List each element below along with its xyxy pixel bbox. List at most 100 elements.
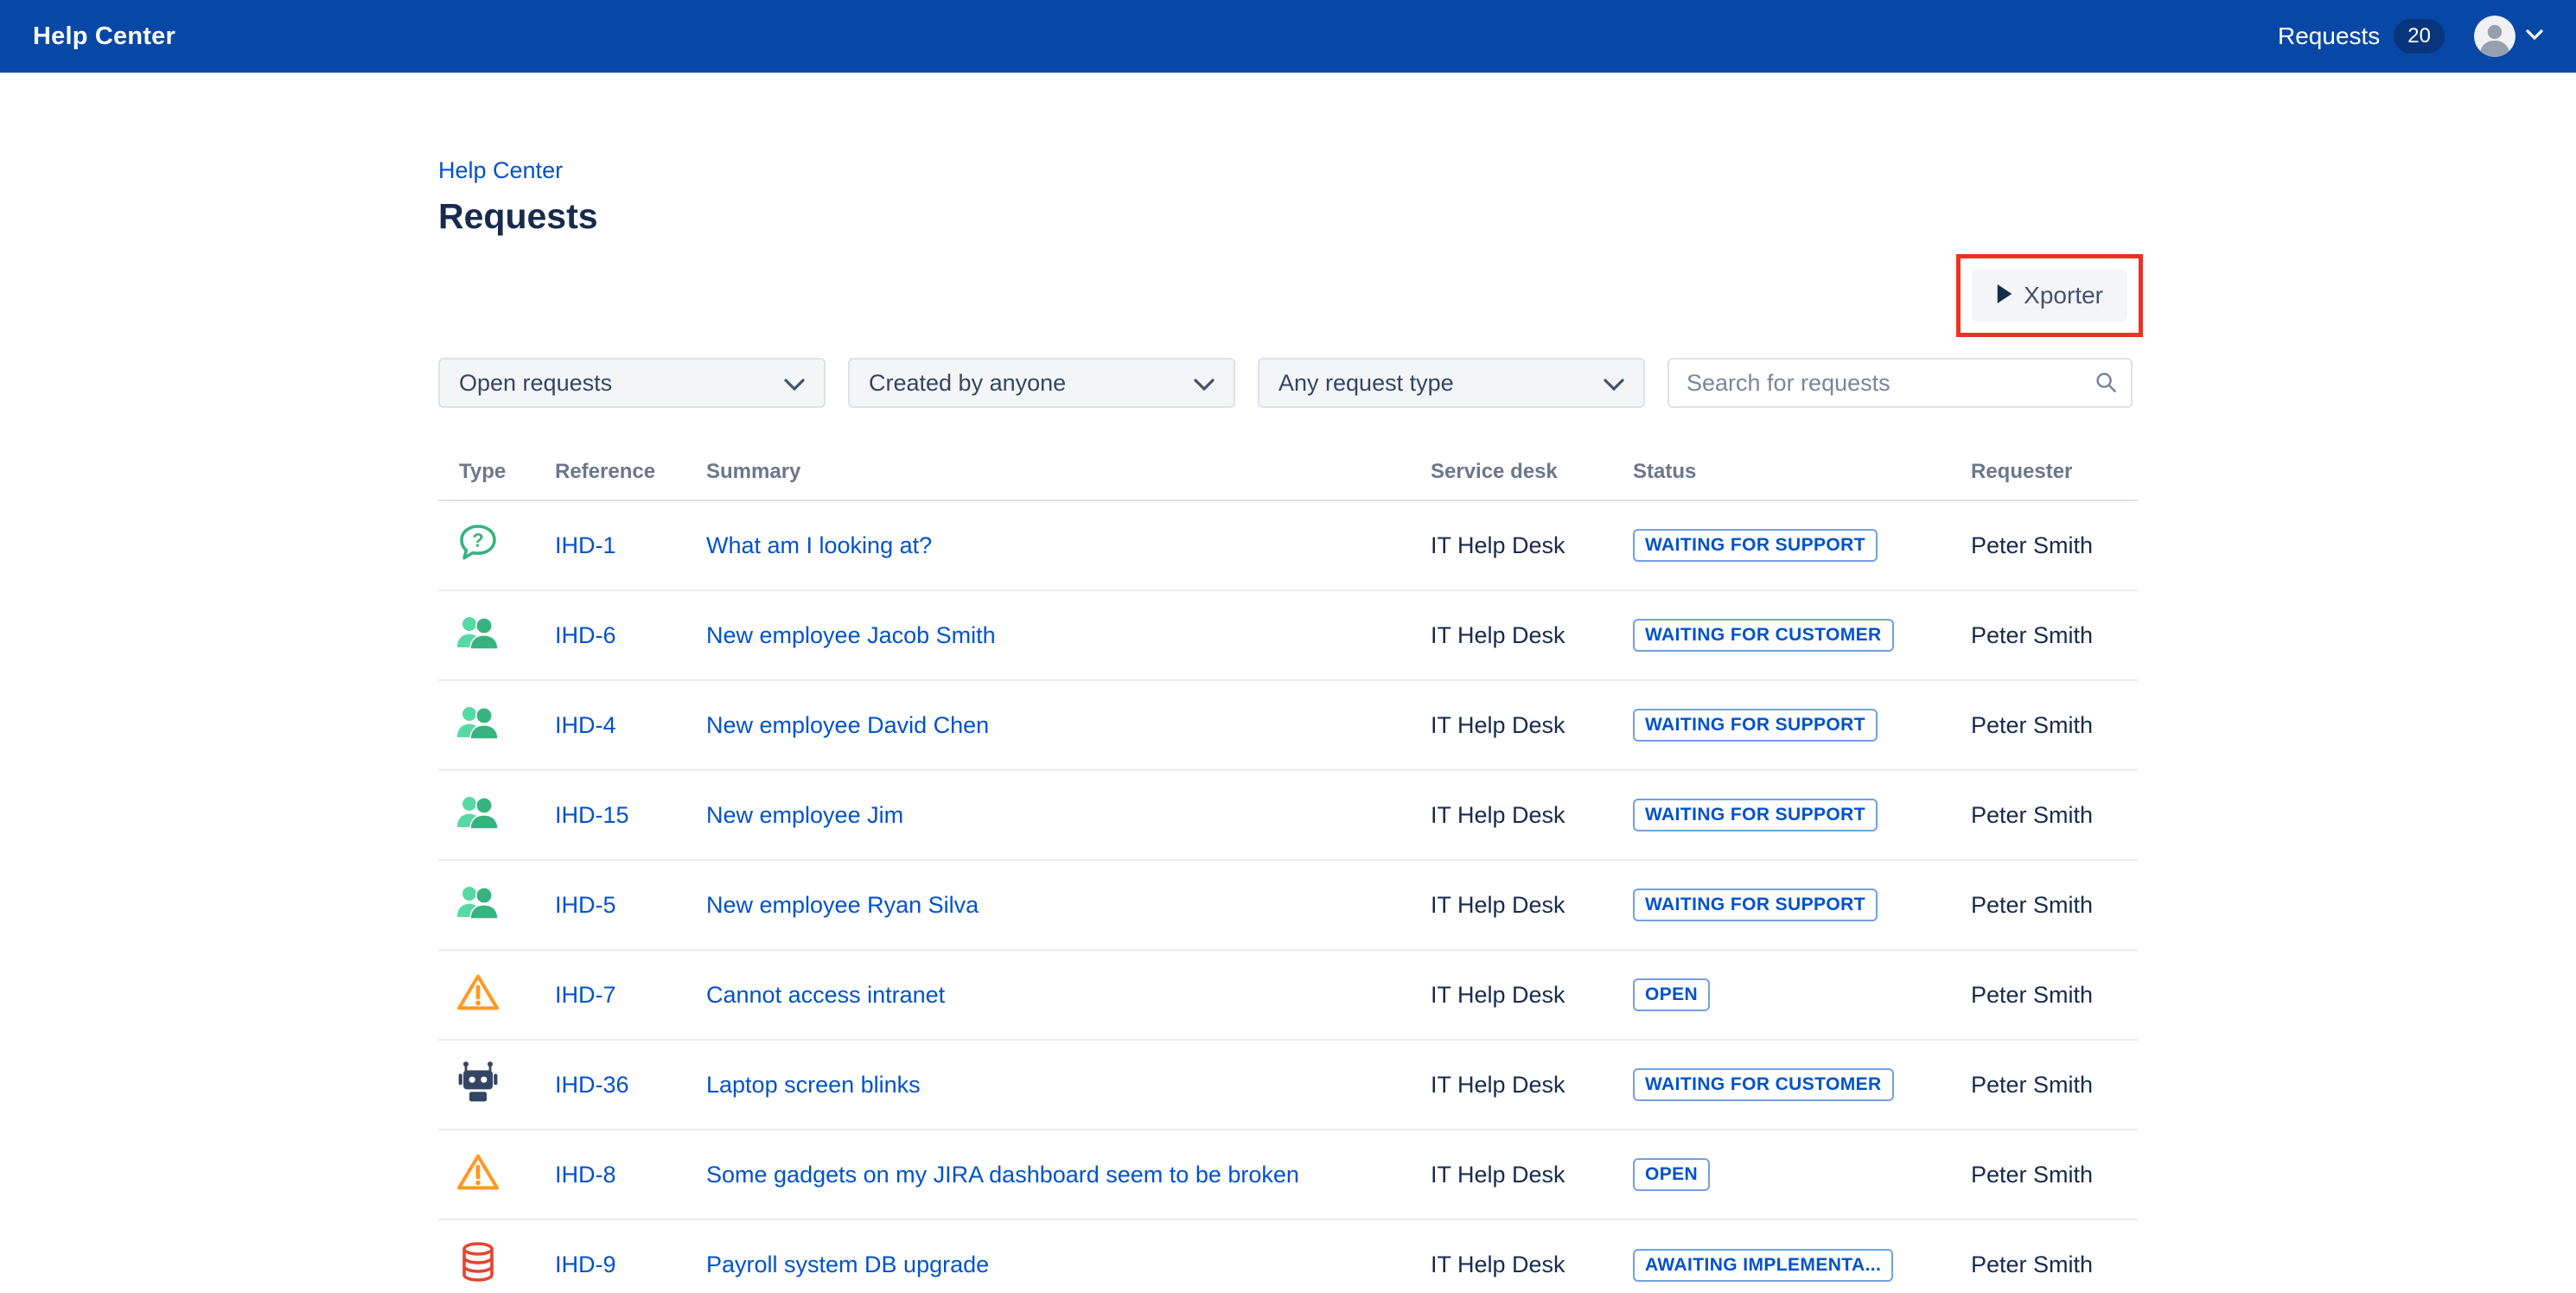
help-center-requests-page: Help Center Requests 20 Hel xyxy=(0,0,2576,1293)
requests-count-badge: 20 xyxy=(2394,19,2445,54)
breadcrumb-help-center-link[interactable]: Help Center xyxy=(438,157,563,184)
requests-table: Type Reference Summary Service desk Stat… xyxy=(438,437,2138,1293)
new-employee-icon xyxy=(454,878,502,927)
requester-cell: Peter Smith xyxy=(1971,680,2138,770)
new-employee-icon xyxy=(454,698,502,747)
database-icon xyxy=(454,1238,502,1286)
table-row: IHD-9 Payroll system DB upgrade IT Help … xyxy=(438,1220,2138,1293)
service-desk-cell: IT Help Desk xyxy=(1431,950,1633,1040)
filters-bar: Open requests Created by anyone Any requ… xyxy=(438,358,2138,408)
request-summary-link[interactable]: Cannot access intranet xyxy=(706,982,945,1008)
service-desk-cell: IT Help Desk xyxy=(1431,770,1633,860)
table-row: IHD-7 Cannot access intranet IT Help Des… xyxy=(438,950,2138,1040)
user-menu[interactable] xyxy=(2474,16,2543,57)
request-reference-link[interactable]: IHD-1 xyxy=(555,532,616,558)
help-center-title: Help Center xyxy=(33,22,175,51)
play-icon xyxy=(1996,282,2013,309)
svg-text:?: ? xyxy=(472,529,483,551)
request-summary-link[interactable]: New employee Ryan Silva xyxy=(706,892,979,918)
status-filter-select[interactable]: Open requests xyxy=(438,358,826,408)
service-desk-cell: IT Help Desk xyxy=(1431,1130,1633,1220)
chevron-down-icon xyxy=(1604,370,1624,397)
request-summary-link[interactable]: What am I looking at? xyxy=(706,532,932,558)
status-badge: OPEN xyxy=(1633,978,1710,1011)
request-summary-link[interactable]: New employee David Chen xyxy=(706,712,989,738)
column-header-service-desk: Service desk xyxy=(1431,437,1633,500)
chevron-down-icon xyxy=(2526,29,2543,44)
request-reference-link[interactable]: IHD-8 xyxy=(555,1162,616,1188)
robot-icon xyxy=(454,1058,502,1106)
topbar: Help Center Requests 20 xyxy=(0,0,2576,73)
status-badge: WAITING FOR CUSTOMER xyxy=(1633,1068,1894,1101)
status-badge: WAITING FOR SUPPORT xyxy=(1633,889,1878,921)
search-icon xyxy=(2093,369,2119,399)
xporter-button[interactable]: Xporter xyxy=(1972,270,2127,322)
request-reference-link[interactable]: IHD-36 xyxy=(555,1072,629,1098)
request-reference-link[interactable]: IHD-9 xyxy=(555,1252,616,1277)
requests-nav-label: Requests xyxy=(2278,22,2380,50)
column-header-type: Type xyxy=(438,437,555,500)
service-desk-cell: IT Help Desk xyxy=(1431,1220,1633,1293)
table-row: IHD-36 Laptop screen blinks IT Help Desk… xyxy=(438,1040,2138,1130)
requester-cell: Peter Smith xyxy=(1971,950,2138,1040)
status-badge: WAITING FOR SUPPORT xyxy=(1633,529,1878,562)
requester-cell: Peter Smith xyxy=(1971,1040,2138,1130)
request-summary-link[interactable]: New employee Jacob Smith xyxy=(706,622,996,648)
warning-icon xyxy=(454,968,502,1016)
request-reference-link[interactable]: IHD-7 xyxy=(555,982,616,1008)
requests-table-body: ? IHD-1 What am I looking at? IT Help De… xyxy=(438,500,2138,1293)
table-row: IHD-4 New employee David Chen IT Help De… xyxy=(438,680,2138,770)
table-row: ? IHD-1 What am I looking at? IT Help De… xyxy=(438,500,2138,590)
requester-cell: Peter Smith xyxy=(1971,500,2138,590)
requester-cell: Peter Smith xyxy=(1971,770,2138,860)
request-type-filter-select[interactable]: Any request type xyxy=(1258,358,1645,408)
request-reference-link[interactable]: IHD-5 xyxy=(555,892,616,918)
request-summary-link[interactable]: Some gadgets on my JIRA dashboard seem t… xyxy=(706,1162,1299,1188)
requests-nav-link[interactable]: Requests 20 xyxy=(2278,19,2445,54)
search-input[interactable] xyxy=(1667,358,2133,408)
chevron-down-icon xyxy=(1194,370,1215,397)
status-badge: WAITING FOR SUPPORT xyxy=(1633,799,1878,831)
warning-icon xyxy=(454,1148,502,1196)
service-desk-cell: IT Help Desk xyxy=(1431,1040,1633,1130)
page-title: Requests xyxy=(438,196,2138,237)
request-summary-link[interactable]: Laptop screen blinks xyxy=(706,1072,921,1098)
request-summary-link[interactable]: Payroll system DB upgrade xyxy=(706,1252,989,1277)
creator-filter-select[interactable]: Created by anyone xyxy=(848,358,1235,408)
table-header-row: Type Reference Summary Service desk Stat… xyxy=(438,437,2138,500)
request-reference-link[interactable]: IHD-4 xyxy=(555,712,616,738)
status-badge: WAITING FOR SUPPORT xyxy=(1633,709,1878,742)
column-header-requester: Requester xyxy=(1971,437,2138,500)
request-summary-link[interactable]: New employee Jim xyxy=(706,802,903,828)
avatar xyxy=(2474,16,2515,57)
status-badge: OPEN xyxy=(1633,1158,1710,1191)
requester-cell: Peter Smith xyxy=(1971,1130,2138,1220)
request-reference-link[interactable]: IHD-15 xyxy=(555,802,629,828)
column-header-status: Status xyxy=(1633,437,1971,500)
topbar-right: Requests 20 xyxy=(2278,16,2543,57)
column-header-reference: Reference xyxy=(555,437,706,500)
table-row: IHD-6 New employee Jacob Smith IT Help D… xyxy=(438,590,2138,680)
content-container: Help Center Requests Xporter Open reques… xyxy=(438,73,2138,1293)
xporter-wrap: Xporter xyxy=(438,254,2143,337)
creator-filter-value: Created by anyone xyxy=(869,370,1066,397)
service-desk-cell: IT Help Desk xyxy=(1431,860,1633,950)
new-employee-icon xyxy=(454,788,502,837)
status-badge: WAITING FOR CUSTOMER xyxy=(1633,619,1894,652)
request-type-filter-value: Any request type xyxy=(1278,370,1454,397)
new-employee-icon xyxy=(454,608,502,657)
search-box xyxy=(1667,358,2133,408)
table-row: IHD-15 New employee Jim IT Help Desk WAI… xyxy=(438,770,2138,860)
request-reference-link[interactable]: IHD-6 xyxy=(555,622,616,648)
table-row: IHD-5 New employee Ryan Silva IT Help De… xyxy=(438,860,2138,950)
table-row: IHD-8 Some gadgets on my JIRA dashboard … xyxy=(438,1130,2138,1220)
requester-cell: Peter Smith xyxy=(1971,860,2138,950)
xporter-button-label: Xporter xyxy=(2024,282,2103,309)
column-header-summary: Summary xyxy=(706,437,1431,500)
status-badge: AWAITING IMPLEMENTA... xyxy=(1633,1249,1893,1282)
service-desk-cell: IT Help Desk xyxy=(1431,680,1633,770)
requester-cell: Peter Smith xyxy=(1971,1220,2138,1293)
question-bubble-icon: ? xyxy=(454,519,502,567)
service-desk-cell: IT Help Desk xyxy=(1431,590,1633,680)
requester-cell: Peter Smith xyxy=(1971,590,2138,680)
